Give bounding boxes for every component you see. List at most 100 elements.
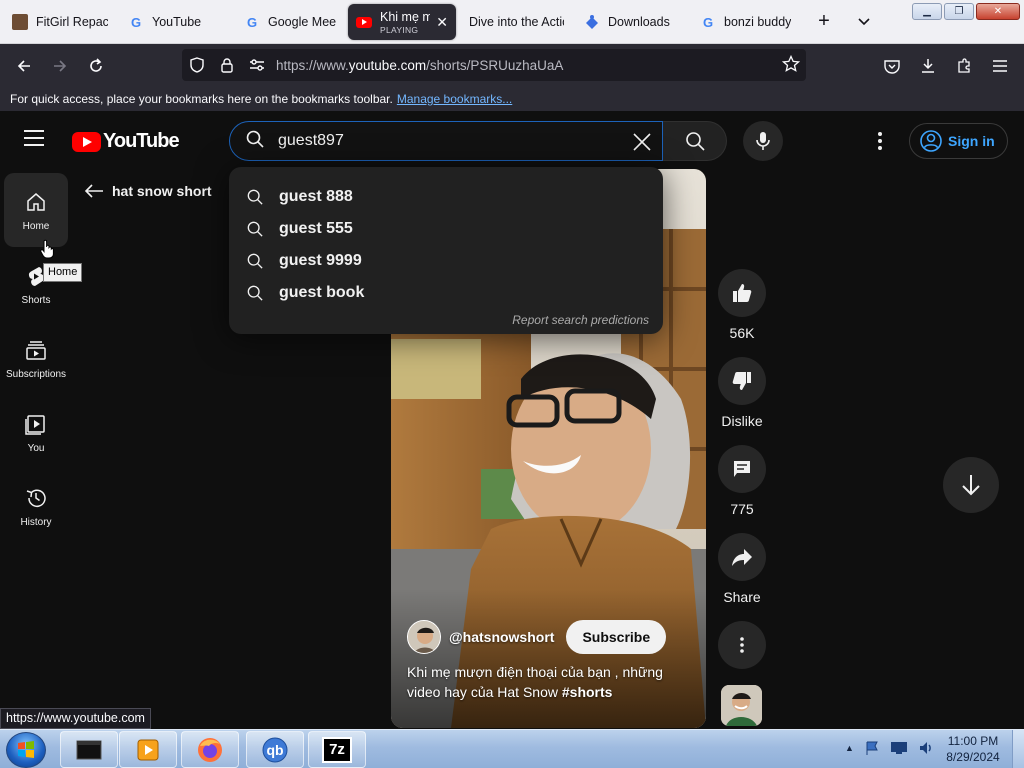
taskbar-clock[interactable]: 11:00 PM 8/29/2024 xyxy=(940,733,1006,765)
taskbar-firefox[interactable] xyxy=(181,731,239,768)
search-icon xyxy=(247,221,263,237)
downloads-icon[interactable] xyxy=(914,52,942,80)
video-caption: Khi mẹ mượn điện thoại của bạn , những v… xyxy=(407,664,663,700)
channel-avatar[interactable] xyxy=(407,620,441,654)
search-icon xyxy=(685,132,705,151)
search-input[interactable]: guest897 xyxy=(229,121,663,161)
volume-icon[interactable] xyxy=(918,740,934,756)
search-button[interactable] xyxy=(663,121,727,161)
youtube-logo[interactable]: YouTube xyxy=(72,130,180,153)
channel-handle[interactable]: @hatsnowshort xyxy=(449,629,554,645)
taskbar-explorer[interactable] xyxy=(60,731,118,768)
tab-fitgirl[interactable]: FitGirl Repacks xyxy=(4,4,116,40)
taskbar-media-player[interactable] xyxy=(119,731,177,768)
back-arrow-icon xyxy=(84,184,103,198)
lock-icon[interactable] xyxy=(212,57,242,73)
restore-window-icon[interactable]: ❐ xyxy=(944,3,974,20)
account-circle-icon xyxy=(920,130,942,152)
microphone-icon xyxy=(756,132,770,150)
permissions-icon[interactable] xyxy=(242,58,272,72)
url-bar[interactable]: https://www.youtube.com/shorts/PSRUuzhaU… xyxy=(182,49,806,81)
reload-icon[interactable] xyxy=(82,52,110,80)
window-controls: ▁ ❐ ✕ xyxy=(912,3,1020,20)
guide-item-subscriptions[interactable]: Subscriptions xyxy=(4,321,68,395)
tab-youtube[interactable]: G YouTube xyxy=(120,4,232,40)
search-icon xyxy=(246,130,264,153)
taskbar-qbittorrent[interactable]: qb xyxy=(246,731,304,768)
suggestion-item[interactable]: guest 888 xyxy=(229,181,663,213)
window-app-icon xyxy=(76,740,102,759)
next-video-button[interactable] xyxy=(943,457,999,513)
arrow-down-icon xyxy=(962,475,980,496)
app-menu-icon[interactable] xyxy=(986,52,1014,80)
dislike-button[interactable] xyxy=(718,357,766,405)
show-hidden-icons-icon[interactable]: ▲ xyxy=(845,743,854,753)
close-tab-icon[interactable]: ✕ xyxy=(436,14,448,31)
start-orb-icon[interactable] xyxy=(6,732,46,768)
tab-dive-into-action[interactable]: Dive into the Action xyxy=(460,4,572,40)
browser-nav-bar: https://www.youtube.com/shorts/PSRUuzhaU… xyxy=(0,44,1024,86)
manage-bookmarks-link[interactable]: Manage bookmarks... xyxy=(397,92,512,106)
url-text: https://www.youtube.com/shorts/PSRUuzhaU… xyxy=(276,57,564,73)
minimize-window-icon[interactable]: ▁ xyxy=(912,3,942,20)
tab-active-video[interactable]: Khi mẹ mượn PLAYING ✕ xyxy=(348,4,456,40)
like-count: 56K xyxy=(729,325,755,341)
list-tabs-chevron-icon[interactable] xyxy=(852,10,876,34)
clear-search-icon[interactable] xyxy=(628,128,656,156)
google-favicon: G xyxy=(246,14,258,30)
sound-thumbnail[interactable] xyxy=(721,685,762,726)
guide-menu-icon[interactable] xyxy=(24,130,48,150)
suggestion-item[interactable]: guest 555 xyxy=(229,213,663,245)
close-window-icon[interactable]: ✕ xyxy=(976,3,1020,20)
shield-icon[interactable] xyxy=(182,57,212,73)
firefox-icon xyxy=(198,737,222,762)
subscriptions-icon xyxy=(26,341,46,360)
shorts-hashtag[interactable]: #shorts xyxy=(562,684,613,700)
comment-icon xyxy=(734,461,750,477)
comments-button[interactable] xyxy=(718,445,766,493)
pocket-icon[interactable] xyxy=(878,52,906,80)
search-icon xyxy=(247,189,263,205)
guide-item-home[interactable]: Home xyxy=(4,173,68,247)
clock-date: 8/29/2024 xyxy=(946,750,1000,764)
tab-downloads[interactable]: Downloads xyxy=(576,4,688,40)
extensions-icon[interactable] xyxy=(950,52,978,80)
network-icon[interactable] xyxy=(890,741,908,755)
report-predictions-link[interactable]: Report search predictions xyxy=(512,313,649,327)
thumbs-down-icon xyxy=(732,372,751,390)
share-arrow-icon xyxy=(732,549,752,566)
guide-item-shorts[interactable]: Shorts xyxy=(4,247,68,321)
search-icon xyxy=(247,253,263,269)
back-arrow-icon[interactable] xyxy=(10,52,38,80)
subscribe-button[interactable]: Subscribe xyxy=(566,620,667,654)
suggestion-item[interactable]: guest 9999 xyxy=(229,245,663,277)
you-icon xyxy=(25,415,45,435)
sign-in-button[interactable]: Sign in xyxy=(909,123,1008,159)
tab-google-meet[interactable]: G Google Meet xyxy=(236,4,344,40)
action-center-flag-icon[interactable] xyxy=(864,740,880,756)
bookmark-star-icon[interactable] xyxy=(781,54,801,78)
back-to-channel[interactable]: hat snow short xyxy=(84,183,212,199)
comment-count: 775 xyxy=(730,501,754,517)
tab-bonzi-buddy[interactable]: G bonzi buddy xyxy=(692,4,800,40)
like-action: 56K xyxy=(716,269,768,341)
guide-item-you[interactable]: You xyxy=(4,395,68,469)
voice-search-button[interactable] xyxy=(743,121,783,161)
more-options-button[interactable] xyxy=(718,621,766,669)
guide-item-history[interactable]: History xyxy=(4,469,68,543)
share-action: Share xyxy=(716,533,768,605)
history-icon xyxy=(26,489,46,507)
share-button[interactable] xyxy=(718,533,766,581)
bookmarks-hint: For quick access, place your bookmarks h… xyxy=(10,92,393,106)
forward-arrow-icon[interactable] xyxy=(46,52,74,80)
clock-time: 11:00 PM xyxy=(947,734,999,748)
suggestion-item[interactable]: guest book xyxy=(229,277,663,309)
youtube-favicon xyxy=(356,14,372,30)
browser-tab-strip: FitGirl Repacks G YouTube G Google Meet … xyxy=(0,0,1024,44)
new-tab-plus-icon[interactable]: + xyxy=(812,10,836,34)
settings-kebab-icon[interactable] xyxy=(868,129,892,153)
youtube-play-logo-icon xyxy=(72,131,101,152)
like-button[interactable] xyxy=(718,269,766,317)
taskbar-7zip[interactable]: 7z xyxy=(308,731,366,768)
show-desktop-button[interactable] xyxy=(1012,730,1024,768)
